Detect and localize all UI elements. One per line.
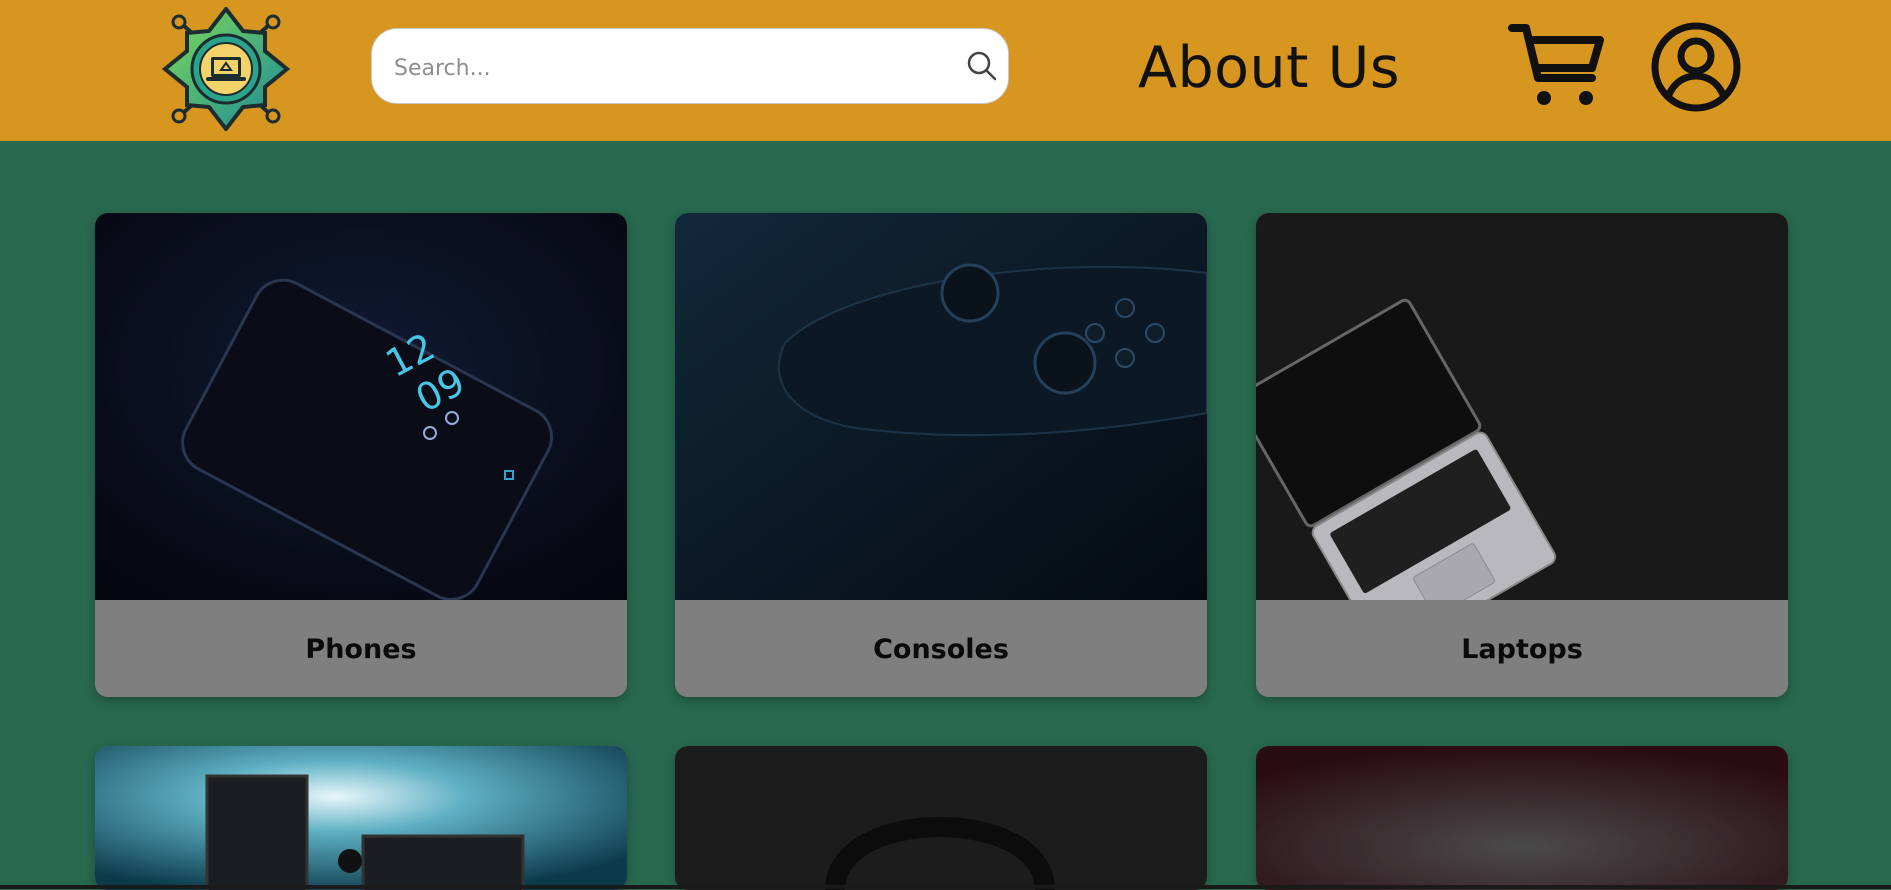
- search-icon[interactable]: [964, 48, 1000, 84]
- category-label[interactable]: Phones: [95, 600, 627, 697]
- category-card-monitors[interactable]: [95, 746, 627, 890]
- headphones-image: [675, 746, 1207, 890]
- phones-image: 12 09: [95, 213, 627, 600]
- category-label[interactable]: Laptops: [1256, 600, 1788, 697]
- category-card-consoles[interactable]: Consoles: [675, 213, 1207, 697]
- category-card-headphones[interactable]: [675, 746, 1207, 890]
- category-image: [1256, 746, 1788, 890]
- category-card-laptops[interactable]: Laptops: [1256, 213, 1788, 697]
- user-account-icon[interactable]: [1650, 21, 1742, 113]
- search-bar[interactable]: [371, 28, 1009, 104]
- consoles-image: [675, 213, 1207, 600]
- category-card-other[interactable]: [1256, 746, 1788, 890]
- search-input[interactable]: [392, 47, 936, 89]
- cart-icon[interactable]: [1508, 22, 1606, 110]
- site-header: About Us: [0, 0, 1891, 141]
- laptops-image: [1256, 213, 1788, 600]
- page-bottom-edge: [0, 885, 1891, 889]
- about-us-link[interactable]: About Us: [1138, 33, 1400, 103]
- category-card-phones[interactable]: 12 09 Phones: [95, 213, 627, 697]
- monitors-image: [95, 746, 627, 890]
- category-label[interactable]: Consoles: [675, 600, 1207, 697]
- recycle-laptop-logo-icon[interactable]: [161, 7, 291, 131]
